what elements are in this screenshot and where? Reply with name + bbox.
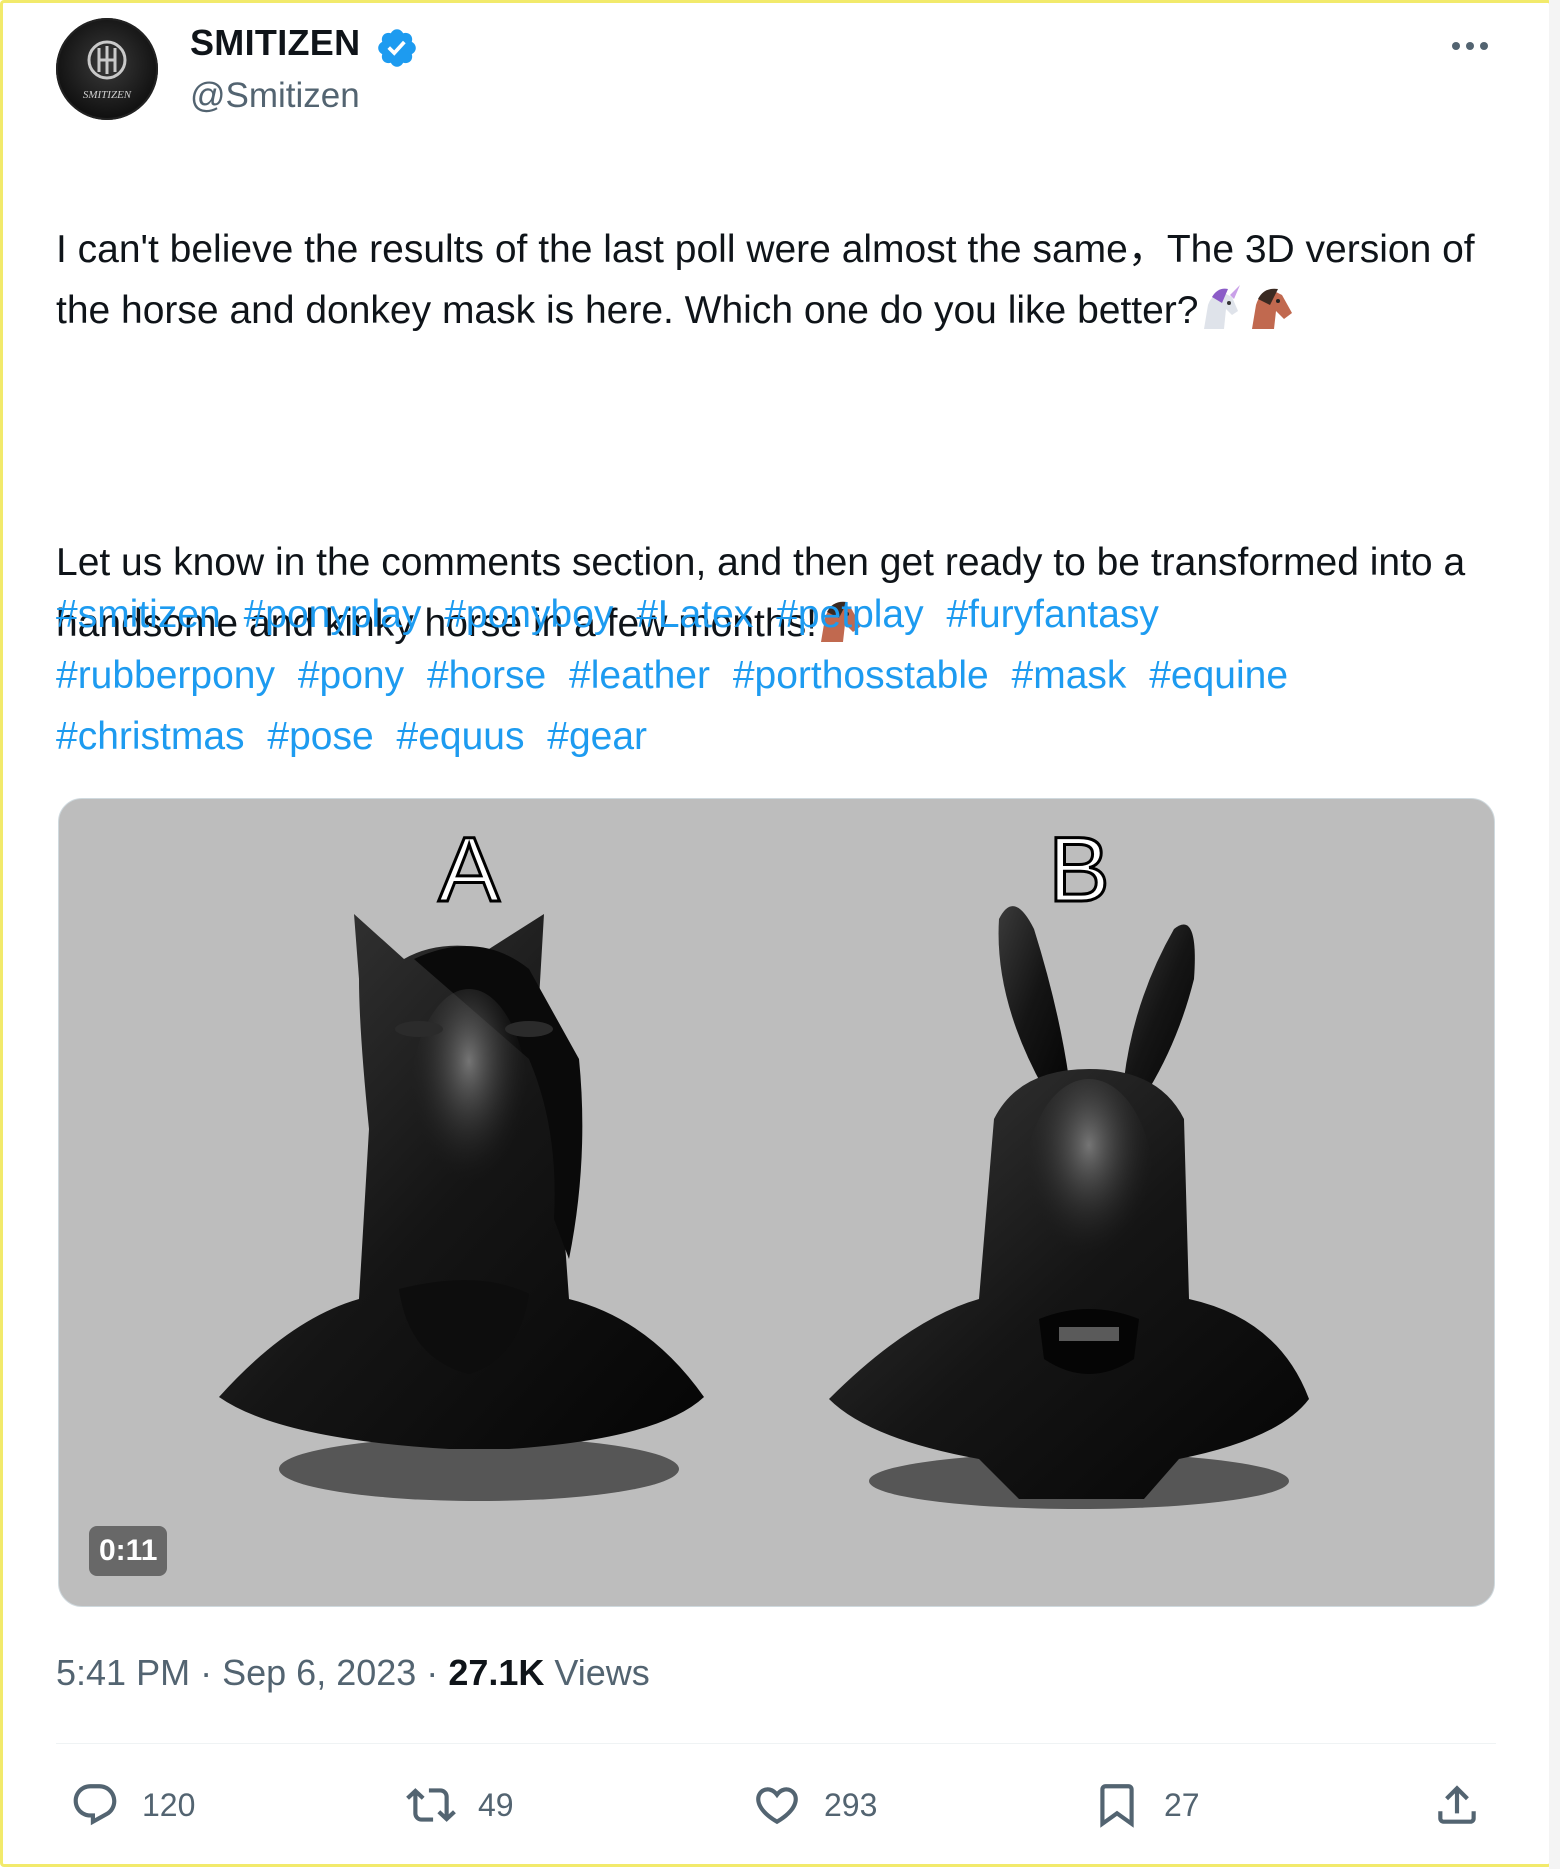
hashtag-link[interactable]: #petplay <box>776 593 923 636</box>
views-label: Views <box>554 1652 650 1693</box>
divider <box>56 1743 1496 1744</box>
retweet-button[interactable]: 49 <box>406 1780 514 1830</box>
reply-icon <box>73 1784 117 1826</box>
hashtag-link[interactable]: #pose <box>267 715 373 758</box>
bookmark-button[interactable]: 27 <box>1092 1780 1200 1830</box>
video-frame: A B <box>219 818 1309 1509</box>
meta-separator: · <box>426 1652 439 1693</box>
avatar[interactable]: SMITIZEN <box>56 18 158 120</box>
hashtag-link[interactable]: #porthosstable <box>733 654 989 697</box>
bookmark-icon <box>1100 1784 1134 1828</box>
hashtag-link[interactable]: #equine <box>1149 654 1288 697</box>
hashtags: #smitizen #ponyplay #ponyboy #Latex #pet… <box>56 584 1486 767</box>
views-count: 27.1K <box>448 1652 545 1693</box>
hashtag-link[interactable]: #ponyboy <box>444 593 613 636</box>
video-duration-badge: 0:11 <box>89 1526 168 1576</box>
bookmark-count: 27 <box>1164 1786 1200 1823</box>
hashtag-link[interactable]: #smitizen <box>56 593 221 636</box>
tweet-date[interactable]: Sep 6, 2023 <box>222 1652 416 1693</box>
scrollbar-track[interactable] <box>1549 0 1560 1869</box>
hashtag-link[interactable]: #rubberpony <box>56 654 275 697</box>
hashtag-link[interactable]: #ponyplay <box>244 593 422 636</box>
like-count: 293 <box>824 1786 878 1823</box>
hashtag-link[interactable]: #horse <box>427 654 546 697</box>
hashtag-link[interactable]: #pony <box>298 654 404 697</box>
hashtag-link[interactable]: #furyfantasy <box>946 593 1158 636</box>
handle[interactable]: @Smitizen <box>190 76 360 116</box>
tweet-card: SMITIZEN SMITIZEN @Smitizen I can't beli… <box>0 0 1546 1861</box>
verified-badge-icon <box>378 29 416 67</box>
reply-button[interactable]: 120 <box>70 1780 195 1830</box>
display-name[interactable]: SMITIZEN <box>190 22 360 64</box>
tweet-time[interactable]: 5:41 PM <box>56 1652 190 1693</box>
retweet-icon <box>406 1788 456 1822</box>
hashtag-link[interactable]: #mask <box>1012 654 1127 697</box>
share-icon <box>1438 1785 1476 1824</box>
horse-mask-image <box>219 914 704 1501</box>
avatar-wordmark: SMITIZEN <box>83 89 132 101</box>
tweet-meta: 5:41 PM · Sep 6, 2023 · 27.1K Views <box>56 1652 650 1694</box>
hashtag-link[interactable]: #christmas <box>56 715 245 758</box>
share-button[interactable] <box>1432 1780 1482 1830</box>
meta-separator: · <box>200 1652 213 1693</box>
like-icon <box>756 1787 798 1825</box>
video-player[interactable]: A B 0:11 <box>58 798 1495 1607</box>
like-button[interactable]: 293 <box>752 1780 877 1830</box>
reply-count: 120 <box>142 1786 196 1823</box>
hashtag-link[interactable]: #gear <box>547 715 647 758</box>
option-a-label: A <box>438 819 500 921</box>
unicorn-emoji <box>1198 285 1300 349</box>
more-icon[interactable] <box>1444 24 1496 68</box>
donkey-mask-image <box>829 906 1309 1509</box>
hashtag-link[interactable]: #leather <box>569 654 710 697</box>
retweet-count: 49 <box>478 1786 514 1823</box>
hashtag-link[interactable]: #Latex <box>636 593 753 636</box>
hashtag-link[interactable]: #equus <box>397 715 525 758</box>
option-b-label: B <box>1048 819 1109 921</box>
